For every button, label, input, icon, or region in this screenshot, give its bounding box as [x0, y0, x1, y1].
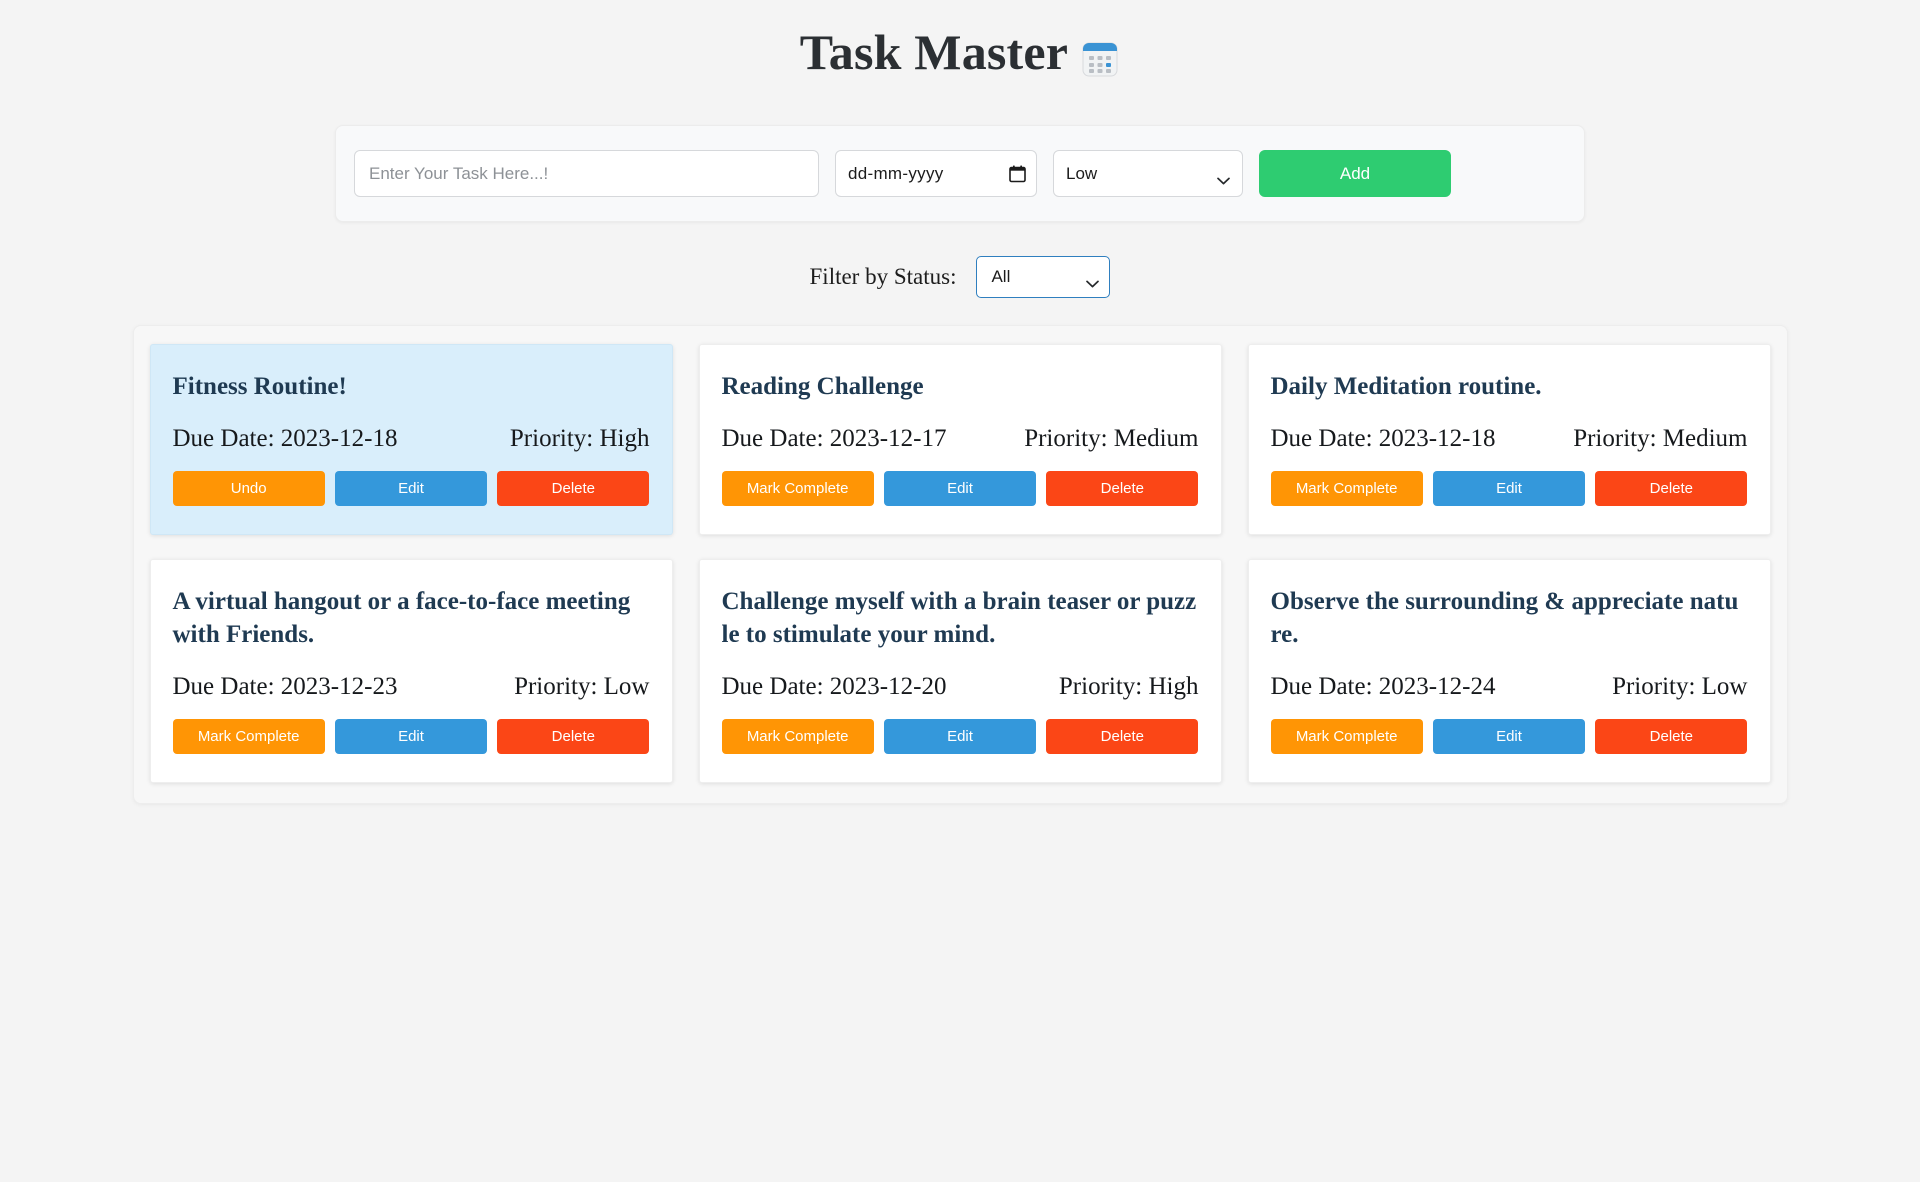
task-input[interactable]: [354, 150, 819, 197]
task-title: Reading Challenge: [721, 373, 924, 400]
delete-button[interactable]: Delete: [1595, 718, 1748, 754]
task-due-date: Due Date: 2023-12-20: [721, 672, 947, 700]
delete-button[interactable]: Delete: [497, 471, 650, 507]
task-actions: Mark Complete Edit Delete: [721, 718, 1199, 754]
mark-complete-button[interactable]: Mark Complete: [1270, 718, 1423, 754]
task-list-container: Fitness Routine! Due Date: 2023-12-18 Pr…: [132, 325, 1788, 804]
filter-row: Filter by Status: All: [0, 256, 1920, 298]
task-priority: Priority: High: [1058, 672, 1199, 700]
edit-button[interactable]: Edit: [883, 718, 1037, 754]
mark-complete-button[interactable]: Mark Complete: [172, 718, 325, 754]
edit-button[interactable]: Edit: [883, 471, 1037, 507]
task-title: Challenge myself with a brain teaser or …: [721, 588, 1197, 648]
task-card: A virtual hangout or a face-to-face meet…: [149, 559, 673, 783]
task-actions: Undo Edit Delete: [172, 471, 650, 507]
task-card: Reading Challenge Due Date: 2023-12-17 P…: [698, 344, 1222, 536]
edit-button[interactable]: Edit: [334, 471, 488, 507]
task-meta: Due Date: 2023-12-17 Priority: Medium: [722, 425, 1199, 453]
task-due-date: Due Date: 2023-12-18: [172, 425, 398, 453]
edit-button[interactable]: Edit: [334, 718, 488, 754]
edit-button[interactable]: Edit: [1432, 718, 1586, 754]
task-priority: Priority: Low: [1612, 672, 1748, 700]
mark-complete-button[interactable]: Mark Complete: [721, 718, 874, 754]
delete-button[interactable]: Delete: [1046, 718, 1199, 754]
edit-button[interactable]: Edit: [1432, 471, 1586, 507]
task-meta: Due Date: 2023-12-18 Priority: Medium: [1271, 425, 1748, 453]
task-card: Fitness Routine! Due Date: 2023-12-18 Pr…: [149, 344, 673, 536]
add-task-button[interactable]: Add: [1259, 150, 1451, 197]
task-title: A virtual hangout or a face-to-face meet…: [172, 588, 631, 648]
task-card: Daily Meditation routine. Due Date: 2023…: [1247, 344, 1771, 536]
due-date-placeholder: dd-mm-yyyy: [848, 163, 944, 183]
page-title-text: Task Master: [799, 24, 1069, 80]
task-due-date: Due Date: 2023-12-18: [1270, 425, 1496, 453]
task-priority: Priority: High: [509, 425, 650, 453]
task-actions: Mark Complete Edit Delete: [172, 718, 650, 754]
chevron-down-icon: [1217, 170, 1230, 184]
priority-select[interactable]: Low: [1053, 150, 1243, 197]
page-title: Task Master: [0, 22, 1920, 82]
task-due-date: Due Date: 2023-12-17: [721, 425, 947, 453]
task-meta: Due Date: 2023-12-24 Priority: Low: [1271, 673, 1748, 701]
priority-select-value: Low: [1066, 163, 1098, 183]
delete-button[interactable]: Delete: [1595, 471, 1748, 507]
calendar-picker-icon[interactable]: [1009, 165, 1026, 183]
task-due-date: Due Date: 2023-12-23: [172, 672, 398, 700]
calendar-icon: [1080, 32, 1120, 77]
delete-button[interactable]: Delete: [497, 718, 650, 754]
status-filter-value: All: [991, 267, 1011, 286]
task-card: Challenge myself with a brain teaser or …: [698, 559, 1222, 783]
task-grid: Fitness Routine! Due Date: 2023-12-18 Pr…: [149, 344, 1771, 783]
task-meta: Due Date: 2023-12-23 Priority: Low: [173, 673, 650, 701]
chevron-down-icon: [1086, 273, 1100, 288]
undo-button[interactable]: Undo: [172, 471, 325, 507]
task-due-date: Due Date: 2023-12-24: [1270, 672, 1496, 700]
task-meta: Due Date: 2023-12-18 Priority: High: [173, 425, 650, 453]
task-priority: Priority: Low: [514, 672, 650, 700]
task-priority: Priority: Medium: [1573, 425, 1748, 453]
app-root: Task Master dd-mm-y: [0, 0, 1920, 1182]
task-actions: Mark Complete Edit Delete: [1270, 471, 1748, 507]
task-actions: Mark Complete Edit Delete: [721, 471, 1199, 507]
mark-complete-button[interactable]: Mark Complete: [1270, 471, 1423, 507]
task-priority: Priority: Medium: [1024, 425, 1199, 453]
task-card: Observe the surrounding & appreciate nat…: [1247, 559, 1771, 783]
task-actions: Mark Complete Edit Delete: [1270, 718, 1748, 754]
filter-label: Filter by Status:: [809, 264, 957, 289]
due-date-input[interactable]: dd-mm-yyyy: [835, 150, 1037, 197]
mark-complete-button[interactable]: Mark Complete: [721, 471, 874, 507]
task-title: Fitness Routine!: [172, 373, 347, 400]
task-title: Observe the surrounding & appreciate nat…: [1270, 588, 1739, 648]
task-title: Daily Meditation routine.: [1270, 373, 1542, 400]
add-task-form: dd-mm-yyyy Low Add: [335, 125, 1585, 222]
task-meta: Due Date: 2023-12-20 Priority: High: [722, 673, 1199, 701]
status-filter-select[interactable]: All: [976, 256, 1111, 298]
delete-button[interactable]: Delete: [1046, 471, 1199, 507]
